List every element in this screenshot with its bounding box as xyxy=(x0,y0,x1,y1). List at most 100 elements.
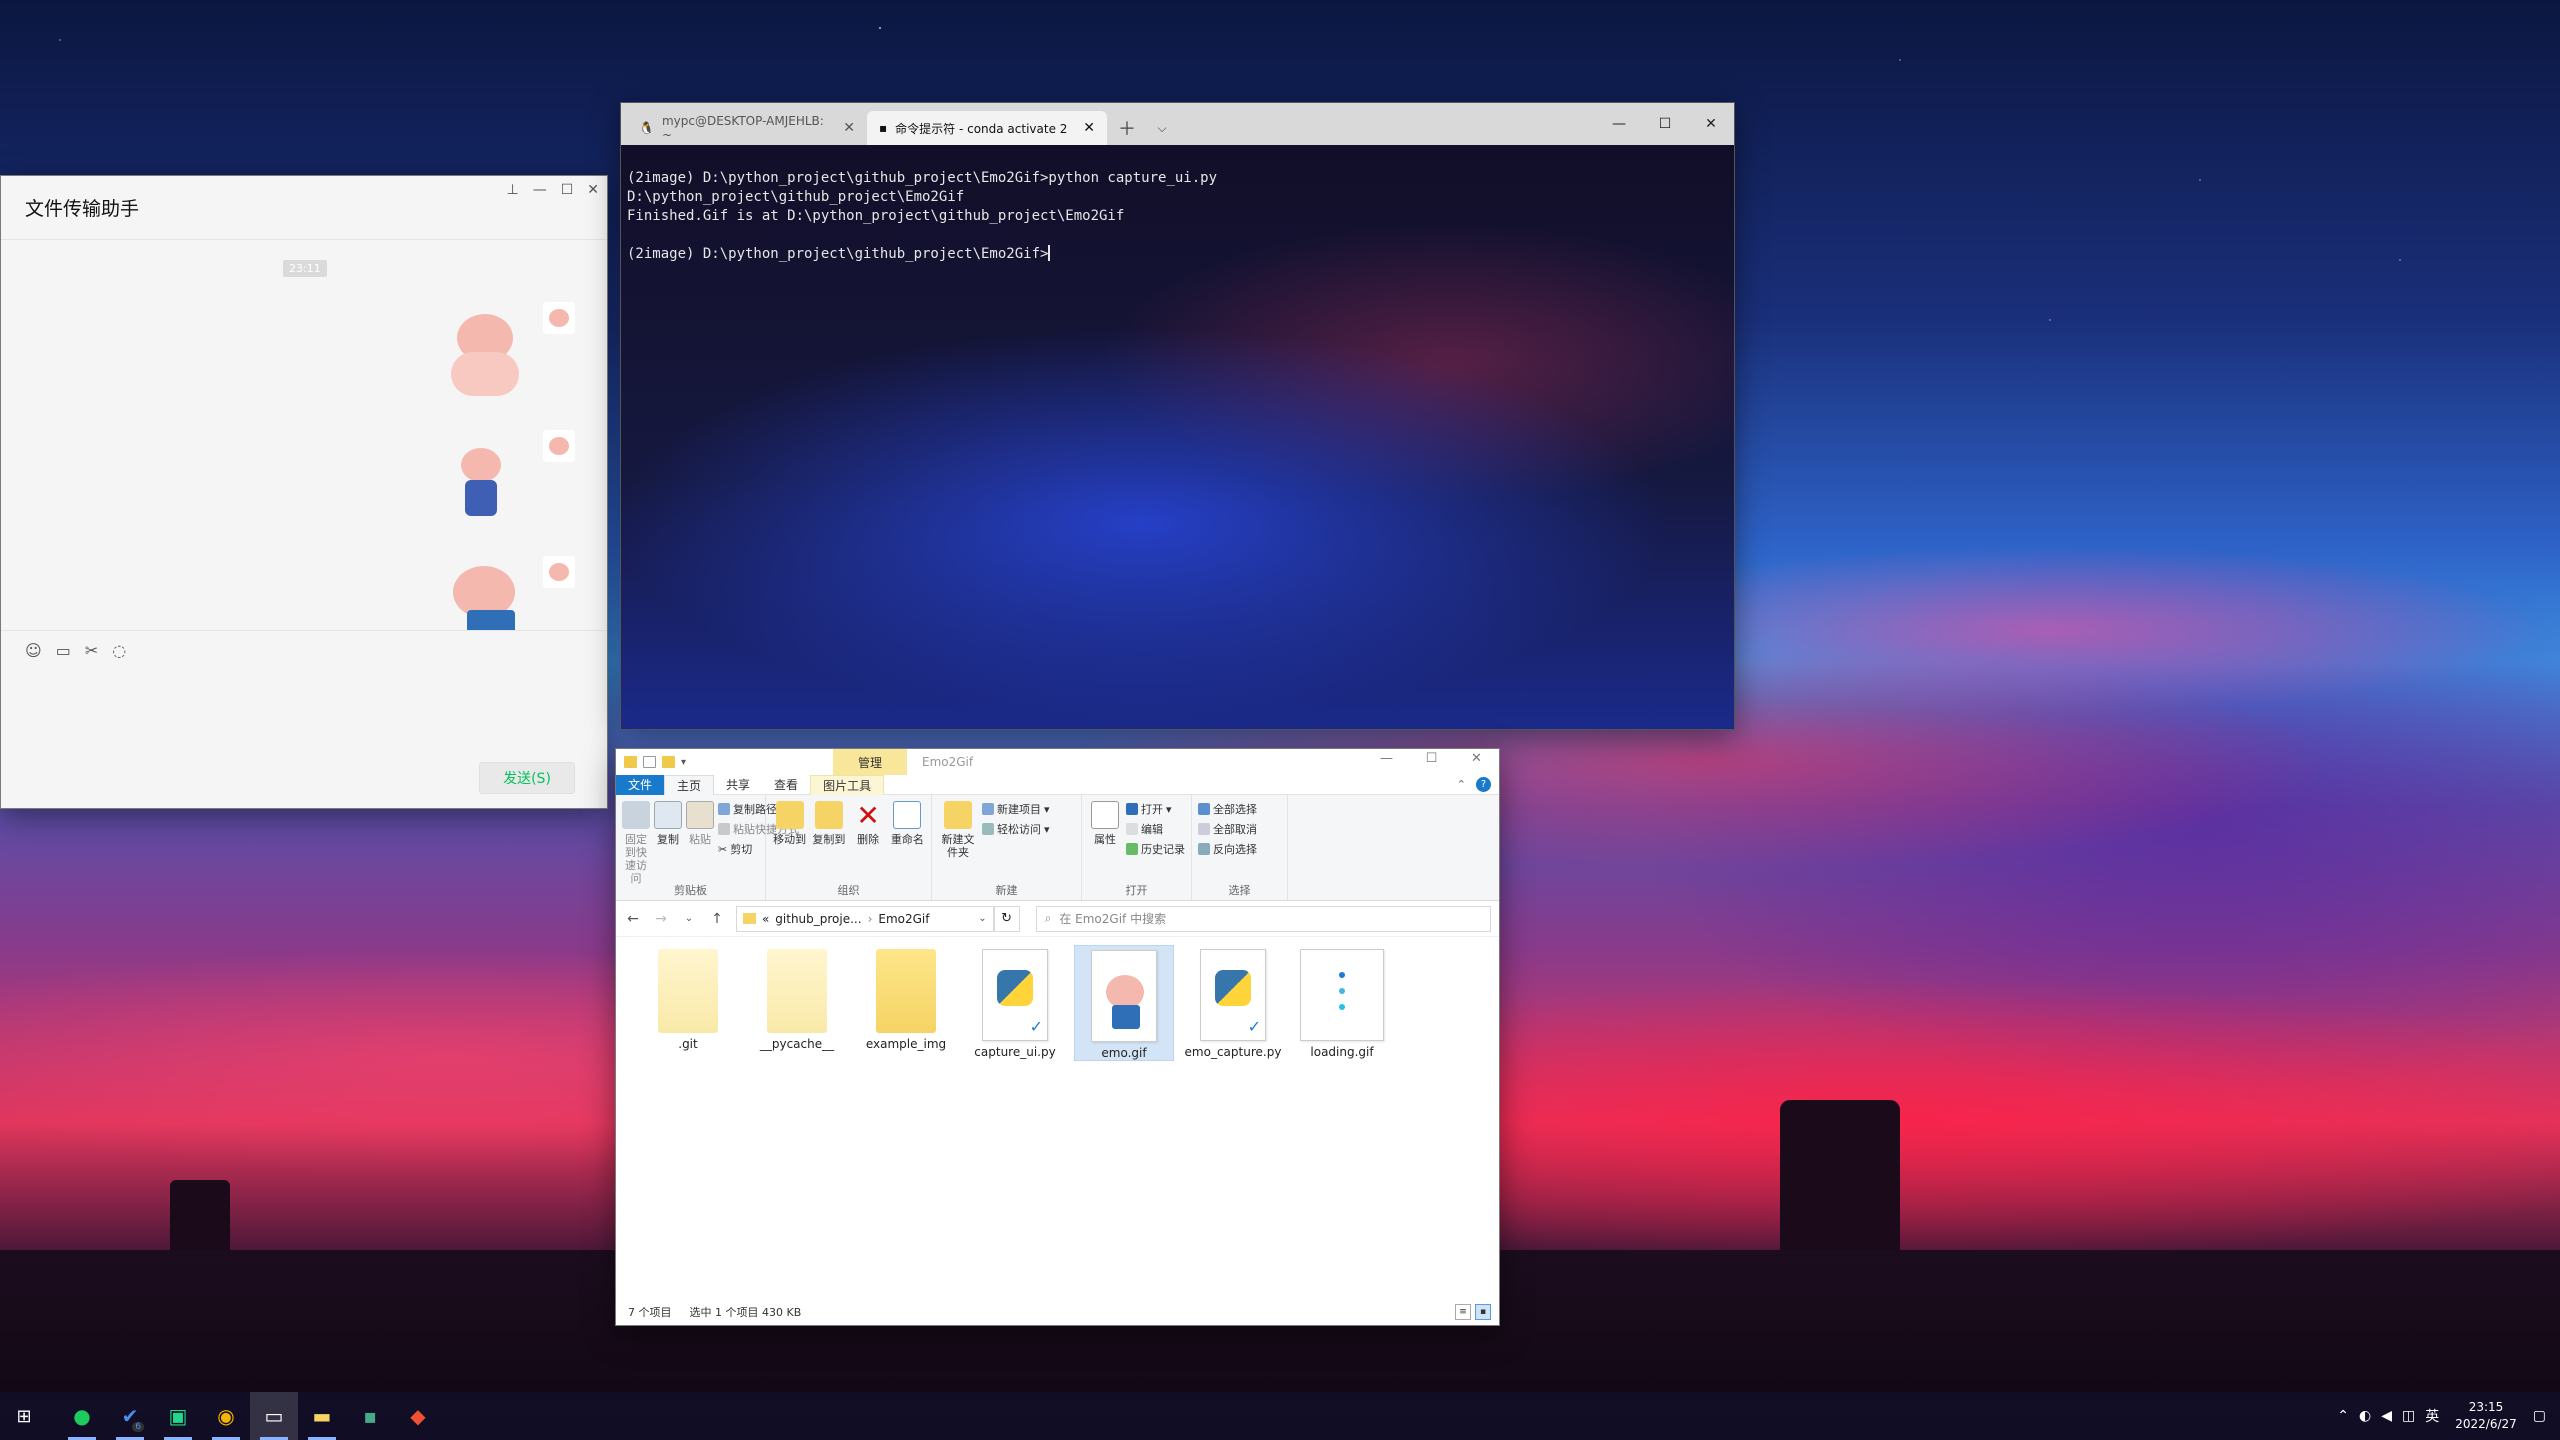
close-tab-icon[interactable]: ✕ xyxy=(843,120,855,136)
file-item[interactable]: ✓ emo_capture.py xyxy=(1183,945,1283,1061)
search-taskbar-icon[interactable] xyxy=(48,1392,58,1440)
invert-selection-button[interactable]: 反向选择 xyxy=(1198,841,1257,857)
chevron-down-icon[interactable]: ▾ xyxy=(681,757,686,768)
properties-icon[interactable] xyxy=(643,756,656,768)
select-none-button[interactable]: 全部取消 xyxy=(1198,821,1257,837)
file-item[interactable]: ✓ capture_ui.py xyxy=(965,945,1065,1061)
details-view-icon[interactable]: ≡ xyxy=(1455,1304,1471,1320)
select-all-button[interactable]: 全部选择 xyxy=(1198,801,1257,817)
file-item[interactable]: emo.gif xyxy=(1074,945,1174,1061)
file-item[interactable]: __pycache__ xyxy=(747,945,847,1061)
group-label: 选择 xyxy=(1228,884,1251,897)
file-list[interactable]: .git __pycache__ example_img ✓ capture_u… xyxy=(616,937,1499,1061)
chevron-down-icon[interactable]: ⌄ xyxy=(978,913,986,924)
forward-icon[interactable]: → xyxy=(652,911,670,927)
folder-icon[interactable]: ▭ xyxy=(56,641,71,660)
monitor-taskbar-icon[interactable]: ▪ xyxy=(346,1392,394,1440)
search-input[interactable]: ⌕ 在 Emo2Gif 中搜索 xyxy=(1035,905,1492,932)
terminal-window-controls: — ☐ ✕ xyxy=(1596,103,1734,145)
sticker-message[interactable] xyxy=(437,560,527,630)
breadcrumb[interactable]: Emo2Gif xyxy=(878,912,929,926)
terminal-window[interactable]: 🐧 mypc@DESKTOP-AMJEHLB: ~ ✕ ▪ 命令提示符 - co… xyxy=(620,102,1735,730)
large-icons-view-icon[interactable]: ▪ xyxy=(1475,1304,1491,1320)
new-folder-icon[interactable] xyxy=(662,756,675,768)
tab-file[interactable]: 文件 xyxy=(616,774,665,795)
path-overflow[interactable]: « xyxy=(762,912,769,926)
pycharm-taskbar-icon[interactable]: ▣ xyxy=(154,1392,202,1440)
avatar[interactable] xyxy=(543,430,575,462)
open-button[interactable]: 打开 ▾ xyxy=(1126,801,1185,817)
maximize-icon[interactable]: ☐ xyxy=(561,182,574,198)
file-name: __pycache__ xyxy=(759,1037,835,1051)
ime-indicator[interactable]: 英 xyxy=(2425,1406,2439,1426)
file-item[interactable]: .git xyxy=(638,945,738,1061)
sticker-message[interactable] xyxy=(437,304,527,400)
minimize-icon[interactable]: — xyxy=(1364,741,1409,775)
maximize-icon[interactable]: ☐ xyxy=(1642,103,1688,145)
tab-cmd[interactable]: ▪ 命令提示符 - conda activate 2 ✕ xyxy=(867,111,1107,145)
refresh-icon[interactable]: ↻ xyxy=(993,905,1020,932)
notification-icon[interactable]: ▢ xyxy=(2533,1408,2546,1424)
close-icon[interactable]: ✕ xyxy=(1688,103,1734,145)
windows-start-icon[interactable]: ⊞ xyxy=(0,1392,48,1440)
terminal-output[interactable]: (2image) D:\python_project\github_projec… xyxy=(621,145,1734,288)
easy-access-button[interactable]: 轻松访问 ▾ xyxy=(982,821,1050,837)
recent-locations-icon[interactable]: ⌄ xyxy=(680,913,698,924)
edit-button[interactable]: 编辑 xyxy=(1126,821,1185,837)
chat-title: 文件传输助手 xyxy=(25,198,140,220)
file-name: example_img xyxy=(865,1037,947,1051)
back-icon[interactable]: ← xyxy=(624,911,642,927)
chrome-taskbar-icon[interactable]: ◉ xyxy=(202,1392,250,1440)
help-icon[interactable]: ? xyxy=(1476,777,1491,792)
manage-context-tab[interactable]: 管理 xyxy=(833,749,907,775)
chevron-up-icon[interactable]: ⌃ xyxy=(1457,778,1466,791)
file-item[interactable]: loading.gif xyxy=(1292,945,1392,1061)
git-taskbar-icon[interactable]: ◆ xyxy=(394,1392,442,1440)
emoji-icon[interactable]: ☺ xyxy=(25,641,42,660)
up-icon[interactable]: ↑ xyxy=(708,911,726,927)
file-explorer-window[interactable]: ▾ 管理 Emo2Gif — ☐ ✕ 文件 主页 共享 查看 图片工具 ⌃ ? … xyxy=(615,748,1500,1326)
clock[interactable]: 23:15 2022/6/27 xyxy=(2449,1399,2523,1433)
terminal-taskbar-icon[interactable]: ▭ xyxy=(250,1392,298,1440)
pin-icon[interactable]: ⊥ xyxy=(507,182,519,198)
address-bar[interactable]: « github_proje... › Emo2Gif ⌄ xyxy=(735,905,994,932)
minimize-icon[interactable]: — xyxy=(533,182,547,198)
chevron-up-icon[interactable]: ⌃ xyxy=(2337,1408,2349,1424)
close-icon[interactable]: ✕ xyxy=(587,182,599,198)
close-tab-icon[interactable]: ✕ xyxy=(1083,120,1095,136)
sticker-message[interactable] xyxy=(437,432,527,528)
ribbon-tabs: 文件 主页 共享 查看 图片工具 ⌃ ? xyxy=(616,774,1499,795)
file-name: loading.gif xyxy=(1310,1045,1374,1059)
group-organize: 移动到 复制到 ✕ 删除 重命名 组织 xyxy=(766,795,932,900)
file-name: emo.gif xyxy=(1101,1046,1147,1060)
send-button[interactable]: 发送(S) xyxy=(479,762,575,794)
quick-access-toolbar: ▾ xyxy=(616,756,686,768)
file-name: emo_capture.py xyxy=(1184,1045,1282,1059)
tab-wsl[interactable]: 🐧 mypc@DESKTOP-AMJEHLB: ~ ✕ xyxy=(627,111,867,145)
avatar[interactable] xyxy=(543,302,575,334)
network-icon[interactable]: ◫ xyxy=(2402,1408,2415,1424)
maximize-icon[interactable]: ☐ xyxy=(1409,741,1454,775)
minimize-icon[interactable]: — xyxy=(1596,103,1642,145)
wechat-window[interactable]: 文件传输助手 ⊥ — ☐ ✕ 23:11 ☺ ▭ ✂ ◌ 发送(S) xyxy=(0,175,608,809)
breadcrumb[interactable]: github_proje... xyxy=(775,912,861,926)
scissors-icon[interactable]: ✂ xyxy=(85,641,98,660)
new-item-button[interactable]: 新建项目 ▾ xyxy=(982,801,1050,817)
tab-share[interactable]: 共享 xyxy=(714,775,762,795)
new-tab-icon[interactable]: ＋ xyxy=(1107,111,1147,145)
tab-view[interactable]: 查看 xyxy=(762,775,810,795)
history-button[interactable]: 历史记录 xyxy=(1126,841,1185,857)
file-item[interactable]: example_img xyxy=(856,945,956,1061)
tab-picture-tools[interactable]: 图片工具 xyxy=(810,774,885,795)
avatar[interactable] xyxy=(543,556,575,588)
todo-taskbar-icon[interactable]: ✔ 6 xyxy=(106,1392,154,1440)
tab-home[interactable]: 主页 xyxy=(664,774,715,795)
file-explorer-taskbar-icon[interactable]: ▬ xyxy=(298,1392,346,1440)
close-icon[interactable]: ✕ xyxy=(1454,741,1499,775)
chevron-down-icon[interactable]: ⌵ xyxy=(1147,111,1177,145)
wechat-taskbar-icon[interactable]: ● xyxy=(58,1392,106,1440)
volume-icon[interactable]: ◀ xyxy=(2381,1408,2392,1424)
chat-history-icon[interactable]: ◌ xyxy=(112,641,126,660)
qq-icon[interactable]: ◐ xyxy=(2359,1408,2371,1424)
chat-history[interactable]: 23:11 xyxy=(1,240,607,630)
